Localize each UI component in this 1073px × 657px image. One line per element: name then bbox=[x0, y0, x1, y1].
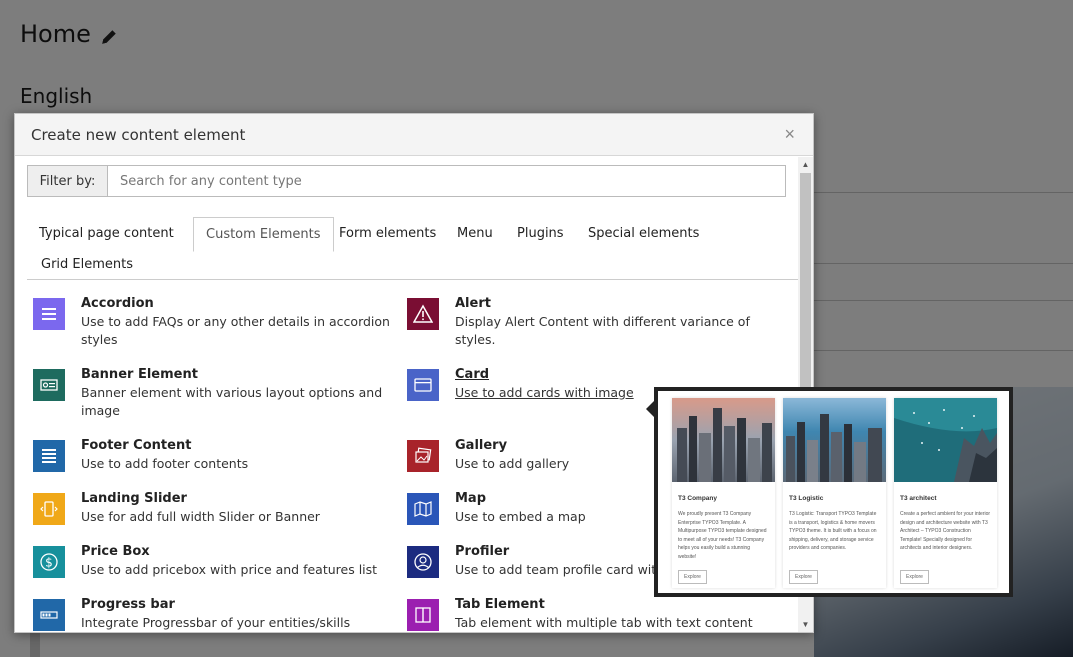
svg-text:$: $ bbox=[45, 556, 53, 570]
preview-card-title: T3 Company bbox=[678, 495, 718, 502]
dollar-icon: $ bbox=[33, 546, 65, 578]
gallery-icon bbox=[407, 440, 439, 472]
list-item-progress-bar[interactable]: Progress bar Integrate Progressbar of you… bbox=[33, 596, 403, 632]
preview-card-text: Create a perfect ambient for your interi… bbox=[900, 511, 991, 551]
item-name: Map bbox=[455, 491, 487, 506]
preview-explore-button: Explore bbox=[900, 570, 929, 584]
preview-card: T3 Logistic T3 Logistic: Transport TYPO3… bbox=[783, 398, 886, 588]
item-desc: Use to add gallery bbox=[455, 456, 570, 471]
item-name: Alert bbox=[455, 296, 491, 311]
search-input[interactable] bbox=[108, 166, 785, 196]
card-preview-popover: T3 Company We proudly present T3 Company… bbox=[654, 387, 1013, 597]
card-icon bbox=[407, 369, 439, 401]
modal-header: Create new content element × bbox=[15, 114, 813, 156]
map-icon bbox=[407, 493, 439, 525]
list-item-landing-slider[interactable]: Landing Slider Use for add full width Sli… bbox=[33, 490, 403, 526]
tab-bar: Typical page content Custom Elements For… bbox=[27, 217, 799, 280]
tab-grid-elements[interactable]: Grid Elements bbox=[29, 248, 145, 281]
tab-plugins[interactable]: Plugins bbox=[505, 217, 576, 250]
item-name: Footer Content bbox=[81, 438, 192, 453]
scroll-down-arrow-icon[interactable]: ▼ bbox=[798, 617, 813, 632]
item-name: Card bbox=[455, 367, 490, 382]
tab-custom-elements[interactable]: Custom Elements bbox=[193, 217, 334, 252]
preview-card-image bbox=[672, 398, 775, 482]
list-item-price-box[interactable]: $ Price Box Use to add pricebox with pric… bbox=[33, 543, 403, 579]
list-item-footer-content[interactable]: Footer Content Use to add footer contents bbox=[33, 437, 403, 473]
preview-explore-button: Explore bbox=[789, 570, 818, 584]
profile-icon bbox=[407, 546, 439, 578]
footer-icon bbox=[33, 440, 65, 472]
item-desc: Use to add cards with image bbox=[455, 385, 634, 400]
item-name: Landing Slider bbox=[81, 491, 187, 506]
item-name: Price Box bbox=[81, 544, 150, 559]
item-desc: Display Alert Content with different var… bbox=[455, 314, 750, 347]
tab-icon bbox=[407, 599, 439, 631]
scroll-up-arrow-icon[interactable]: ▲ bbox=[798, 157, 813, 172]
tab-typical-page-content[interactable]: Typical page content bbox=[27, 217, 186, 250]
item-name: Profiler bbox=[455, 544, 510, 559]
list-item-banner-element[interactable]: Banner Element Banner element with variou… bbox=[33, 366, 403, 420]
list-icon bbox=[33, 298, 65, 330]
item-desc: Use to add footer contents bbox=[81, 456, 249, 471]
tab-menu[interactable]: Menu bbox=[445, 217, 505, 250]
item-desc: Use for add full width Slider or Banner bbox=[81, 509, 320, 524]
list-item-accordion[interactable]: Accordion Use to add FAQs or any other de… bbox=[33, 295, 403, 349]
preview-arrow bbox=[646, 401, 654, 417]
item-name: Accordion bbox=[81, 296, 154, 311]
item-desc: Integrate Progressbar of your entities/s… bbox=[81, 615, 351, 630]
filter-label: Filter by: bbox=[28, 166, 108, 196]
preview-card-text: We proudly present T3 Company Enterprise… bbox=[678, 511, 767, 560]
close-icon[interactable]: × bbox=[784, 125, 795, 143]
progress-icon bbox=[33, 599, 65, 631]
tab-special-elements[interactable]: Special elements bbox=[576, 217, 711, 250]
preview-card-image bbox=[894, 398, 997, 482]
modal-title: Create new content element bbox=[31, 126, 246, 144]
item-desc: Use to add FAQs or any other details in … bbox=[81, 314, 390, 347]
item-name: Progress bar bbox=[81, 597, 175, 612]
item-name: Tab Element bbox=[455, 597, 545, 612]
item-desc: Use to add pricebox with price and featu… bbox=[81, 562, 378, 577]
filter-bar: Filter by: bbox=[27, 165, 786, 197]
preview-card-text: T3 Logistic: Transport TYPO3 Template is… bbox=[789, 511, 877, 551]
tab-form-elements[interactable]: Form elements bbox=[327, 217, 448, 250]
item-name: Gallery bbox=[455, 438, 508, 453]
preview-card-title: T3 architect bbox=[900, 495, 937, 502]
preview-explore-button: Explore bbox=[678, 570, 707, 584]
item-desc: Use to embed a map bbox=[455, 509, 586, 524]
preview-card-image bbox=[783, 398, 886, 482]
list-item-alert[interactable]: Alert Display Alert Content with differen… bbox=[407, 295, 777, 349]
preview-card: T3 Company We proudly present T3 Company… bbox=[672, 398, 775, 588]
list-item-tab-element[interactable]: Tab Element Tab element with multiple tab… bbox=[407, 596, 777, 632]
warning-icon bbox=[407, 298, 439, 330]
slider-icon bbox=[33, 493, 65, 525]
item-desc: Banner element with various layout optio… bbox=[81, 385, 383, 418]
preview-card: T3 architect Create a perfect ambient fo… bbox=[894, 398, 997, 588]
item-desc: Use to add team profile card with bbox=[455, 562, 665, 577]
item-name: Banner Element bbox=[81, 367, 198, 382]
item-desc: Tab element with multiple tab with text … bbox=[455, 615, 753, 630]
preview-card-title: T3 Logistic bbox=[789, 495, 824, 502]
banner-icon bbox=[33, 369, 65, 401]
